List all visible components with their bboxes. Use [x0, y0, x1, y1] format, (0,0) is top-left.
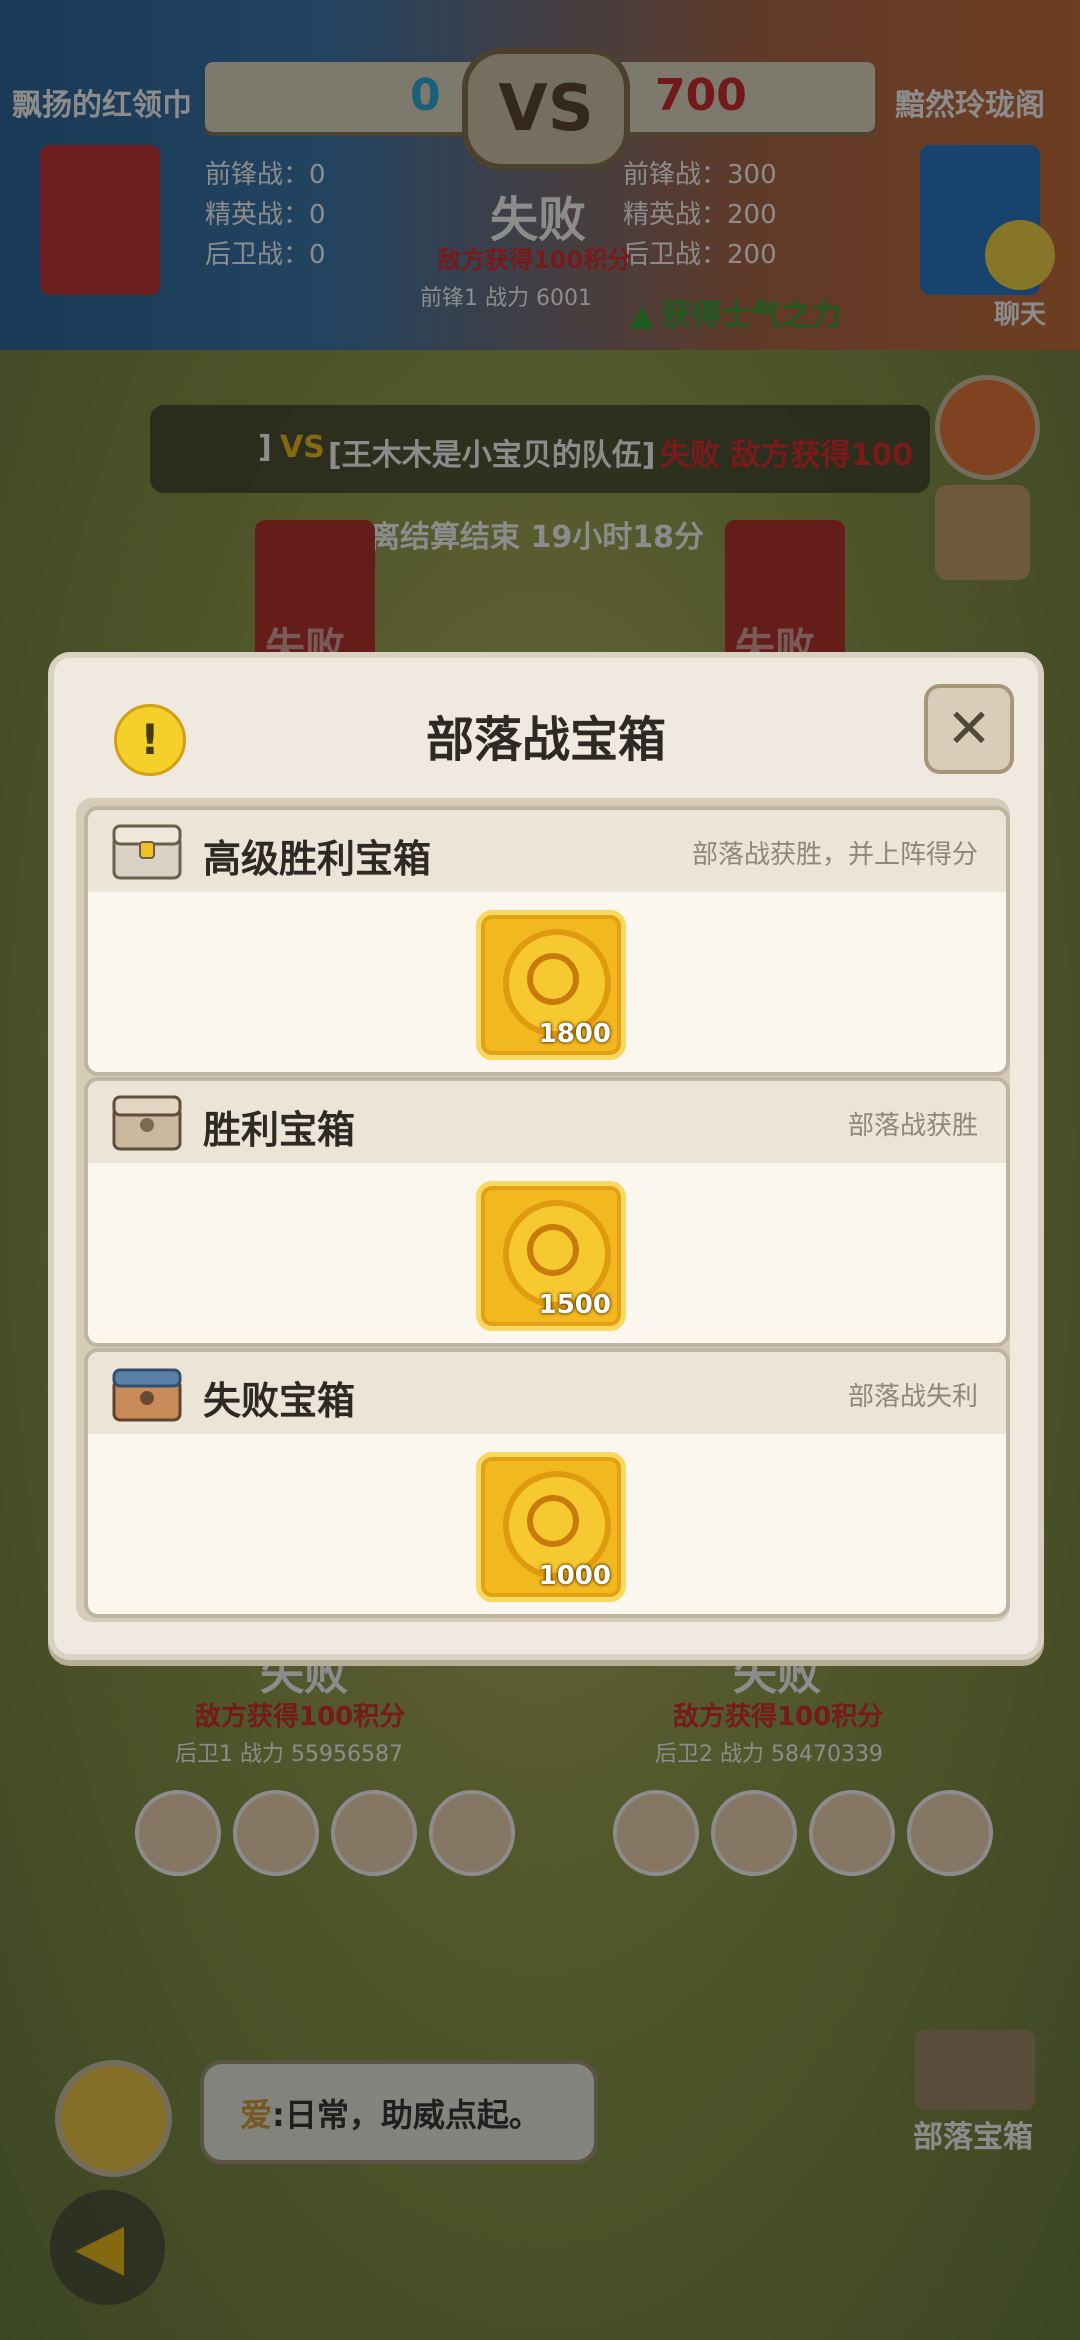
- coin-reward-amount: 1500: [538, 1290, 611, 1320]
- chest-list: 高级胜利宝箱 部落战获胜，并上阵得分 1800 胜利宝箱 部落战获胜 1500 …: [76, 798, 1010, 1622]
- chest-row-header: 高级胜利宝箱 部落战获胜，并上阵得分: [88, 810, 1006, 892]
- chest-row-header: 胜利宝箱 部落战获胜: [88, 1081, 1006, 1163]
- tribe-war-chest-dialog: ! 部落战宝箱 ✕ 高级胜利宝箱 部落战获胜，并上阵得分 1800 胜利宝箱 部…: [48, 652, 1044, 1660]
- chest-row-victory: 胜利宝箱 部落战获胜 1500: [84, 1077, 1010, 1347]
- chest-row-defeat: 失败宝箱 部落战失利 1000: [84, 1348, 1010, 1618]
- chest-title: 失败宝箱: [203, 1379, 356, 1423]
- chest-title: 高级胜利宝箱: [203, 837, 432, 881]
- chest-row-advanced-victory: 高级胜利宝箱 部落战获胜，并上阵得分 1800: [84, 806, 1010, 1076]
- close-button[interactable]: ✕: [924, 684, 1014, 774]
- defeat-chest-icon: [112, 1368, 182, 1422]
- coin-reward-amount: 1000: [538, 1561, 611, 1591]
- chest-title: 胜利宝箱: [203, 1108, 356, 1152]
- chest-condition: 部落战获胜，并上阵得分: [691, 840, 978, 870]
- chest-condition: 部落战失利: [847, 1382, 978, 1412]
- chest-row-header: 失败宝箱 部落战失利: [88, 1352, 1006, 1434]
- chest-condition: 部落战获胜: [847, 1111, 978, 1141]
- victory-chest-icon: [112, 1095, 182, 1151]
- coin-reward[interactable]: 1800: [476, 910, 626, 1060]
- advanced-victory-chest-icon: [112, 824, 182, 880]
- coin-reward[interactable]: 1500: [476, 1181, 626, 1331]
- coin-reward[interactable]: 1000: [476, 1452, 626, 1602]
- coin-reward-amount: 1800: [538, 1019, 611, 1049]
- dialog-title: 部落战宝箱: [425, 712, 666, 768]
